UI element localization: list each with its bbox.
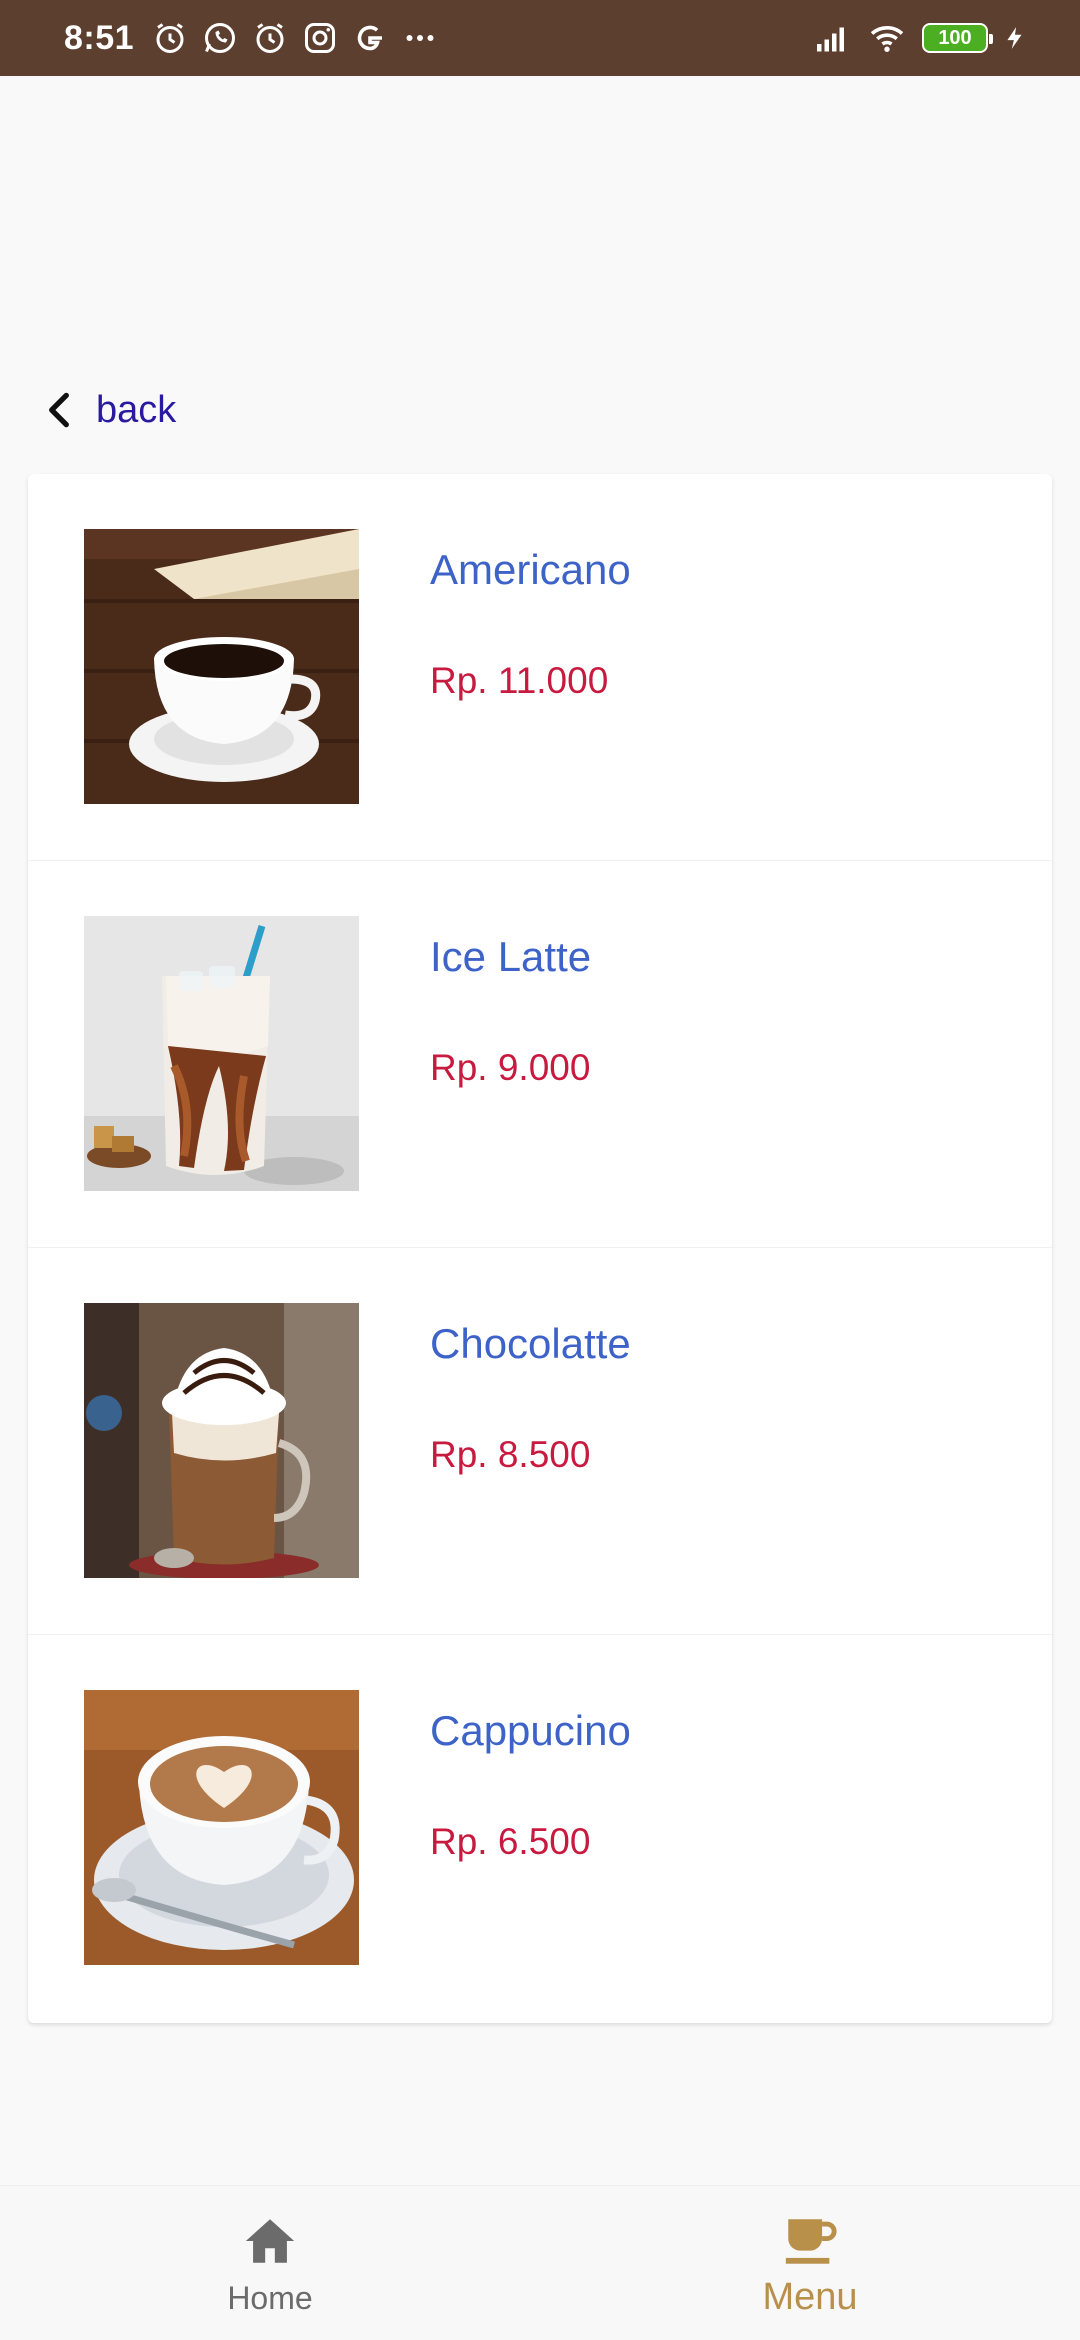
nav-menu[interactable]: Menu: [540, 2186, 1080, 2340]
alarm-icon: [256, 23, 284, 53]
status-time: 8:51: [64, 18, 135, 57]
item-price: Rp. 11.000: [430, 660, 609, 701]
chevron-left-icon: [49, 392, 69, 428]
item-price: Rp. 8.500: [430, 1434, 591, 1475]
chocolatte-image: [84, 1303, 359, 1578]
wifi-icon: [870, 26, 904, 52]
item-price: Rp. 6.500: [430, 1821, 591, 1862]
menu-list: Americano Rp. 11.000 Ice Latte Rp. 9.000…: [28, 474, 1052, 2023]
americano-photo: [84, 529, 359, 804]
cappucino-photo: [84, 1690, 359, 1965]
ice-latte-image: [84, 916, 359, 1191]
nav-home-label: Home: [227, 2280, 313, 2316]
item-price: Rp. 9.000: [430, 1047, 591, 1088]
coffee-cup-icon: [785, 2219, 837, 2264]
nav-home[interactable]: Home: [0, 2186, 540, 2340]
item-name: Americano: [430, 546, 631, 593]
menu-item-cappucino[interactable]: Cappucino Rp. 6.500: [28, 1635, 1052, 2023]
menu-item-americano[interactable]: Americano Rp. 11.000: [28, 474, 1052, 861]
item-name: Chocolatte: [430, 1320, 631, 1367]
status-bar: 8:51 100: [0, 0, 1080, 76]
chocolatte-photo: [84, 1303, 359, 1578]
bottom-nav: Home Menu: [0, 2185, 1080, 2340]
whatsapp-icon: [205, 23, 236, 53]
signal-icon: [817, 27, 844, 52]
nav-menu-label: Menu: [762, 2276, 858, 2318]
americano-image: [84, 529, 359, 804]
ice-latte-photo: [84, 916, 359, 1191]
cappucino-image: [84, 1690, 359, 1965]
alarm-icon: [156, 23, 184, 53]
menu-item-ice-latte[interactable]: Ice Latte Rp. 9.000: [28, 861, 1052, 1248]
more-icon: [406, 35, 434, 41]
notification-icons: [152, 20, 438, 56]
menu-item-chocolatte[interactable]: Chocolatte Rp. 8.500: [28, 1248, 1052, 1635]
home-icon: [245, 2219, 295, 2263]
battery-level: 100: [938, 26, 972, 49]
instagram-icon: [305, 23, 336, 53]
back-button[interactable]: back: [44, 380, 176, 440]
item-name: Ice Latte: [430, 933, 592, 980]
item-name: Cappucino: [430, 1707, 631, 1754]
charging-icon: [1007, 27, 1022, 49]
google-icon: [357, 25, 383, 51]
system-icons: 100: [812, 20, 1028, 56]
battery-icon: 100: [922, 23, 993, 53]
back-label: back: [96, 388, 177, 431]
